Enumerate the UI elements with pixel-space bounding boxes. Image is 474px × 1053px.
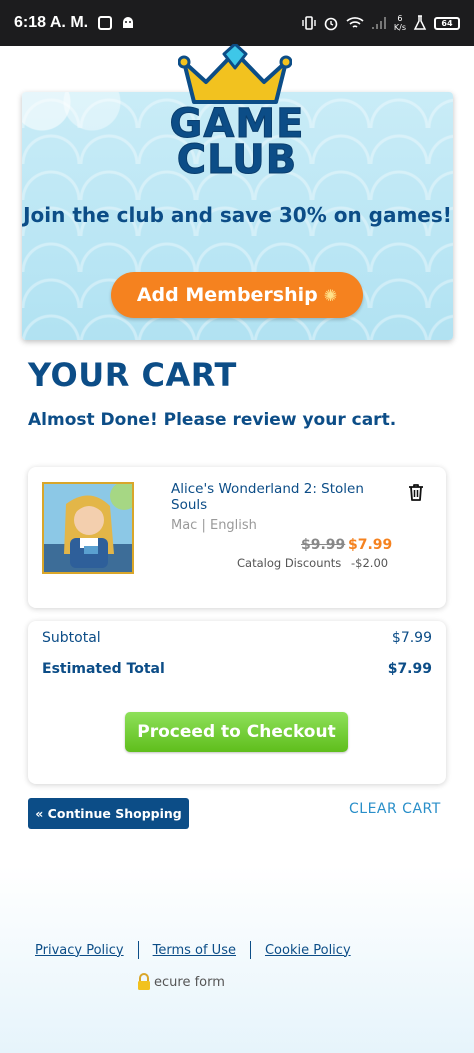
- battery-level: 64: [441, 18, 453, 28]
- footer-divider: [137, 941, 139, 959]
- totals-card: Subtotal $7.99 Estimated Total $7.99 Pro…: [28, 621, 446, 784]
- game-cover-art-icon: [44, 484, 132, 572]
- estimated-total-value: $7.99: [387, 661, 432, 677]
- clear-cart-link[interactable]: CLEAR CART: [349, 801, 441, 817]
- battery-icon: 64: [434, 16, 460, 30]
- secure-form-text: ecure form: [154, 974, 225, 990]
- cookie-policy-link[interactable]: Cookie Policy: [265, 943, 351, 958]
- sparkle-icon: ✺: [323, 285, 338, 305]
- game-thumbnail[interactable]: [42, 482, 134, 574]
- lock-icon: [138, 973, 150, 990]
- trash-icon[interactable]: [408, 483, 424, 501]
- item-title[interactable]: Alice's Wonderland 2: Stolen Souls: [171, 481, 391, 513]
- subtotal-value: $7.99: [391, 630, 432, 646]
- page-title: YOUR CART: [28, 356, 237, 394]
- status-bar: 6:18 A. M. 6 K/s 64: [0, 0, 474, 46]
- status-right-icons: 6 K/s 64: [302, 14, 460, 32]
- footer-links: Privacy Policy Terms of Use Cookie Polic…: [35, 941, 351, 959]
- cart-subtitle: Almost Done! Please review your cart.: [28, 410, 397, 430]
- android-icon: [123, 17, 134, 28]
- vibrate-icon: [302, 16, 316, 30]
- discount-label: Catalog Discounts: [237, 556, 342, 570]
- net-speed-value: 6: [397, 14, 403, 23]
- add-membership-button[interactable]: Add Membership ✺: [111, 272, 363, 318]
- secure-form-badge: ecure form: [136, 973, 225, 991]
- logo-club-text: CLUB: [176, 137, 298, 183]
- estimated-total-label: Estimated Total: [42, 661, 165, 677]
- subtotal-label: Subtotal: [42, 630, 101, 646]
- net-speed: 6 K/s: [394, 14, 406, 32]
- crown-icon: [178, 44, 292, 104]
- status-left-icons: [98, 15, 136, 31]
- item-platform-language: Mac | English: [171, 518, 257, 533]
- original-price: $9.99: [301, 537, 346, 553]
- terms-of-use-link[interactable]: Terms of Use: [153, 943, 236, 958]
- privacy-policy-link[interactable]: Privacy Policy: [35, 943, 124, 958]
- flask-icon: [413, 15, 427, 30]
- wifi-icon: [346, 17, 364, 28]
- screen-record-icon: [98, 16, 113, 30]
- add-membership-label: Add Membership: [136, 284, 318, 306]
- discount-value: -$2.00: [351, 556, 389, 570]
- cart-item-card: Alice's Wonderland 2: Stolen Souls Mac |…: [28, 467, 446, 608]
- alarm-icon: [324, 17, 338, 31]
- continue-shopping-button[interactable]: « Continue Shopping: [28, 798, 189, 829]
- net-speed-unit: K/s: [393, 23, 406, 32]
- banner-promo-text: Join the club and save 30% on games!: [23, 203, 452, 227]
- sale-price: $7.99: [348, 537, 393, 553]
- footer-divider: [249, 941, 251, 959]
- status-time: 6:18 A. M.: [14, 14, 89, 31]
- signal-icon: [371, 17, 386, 29]
- proceed-to-checkout-button[interactable]: Proceed to Checkout: [125, 712, 348, 752]
